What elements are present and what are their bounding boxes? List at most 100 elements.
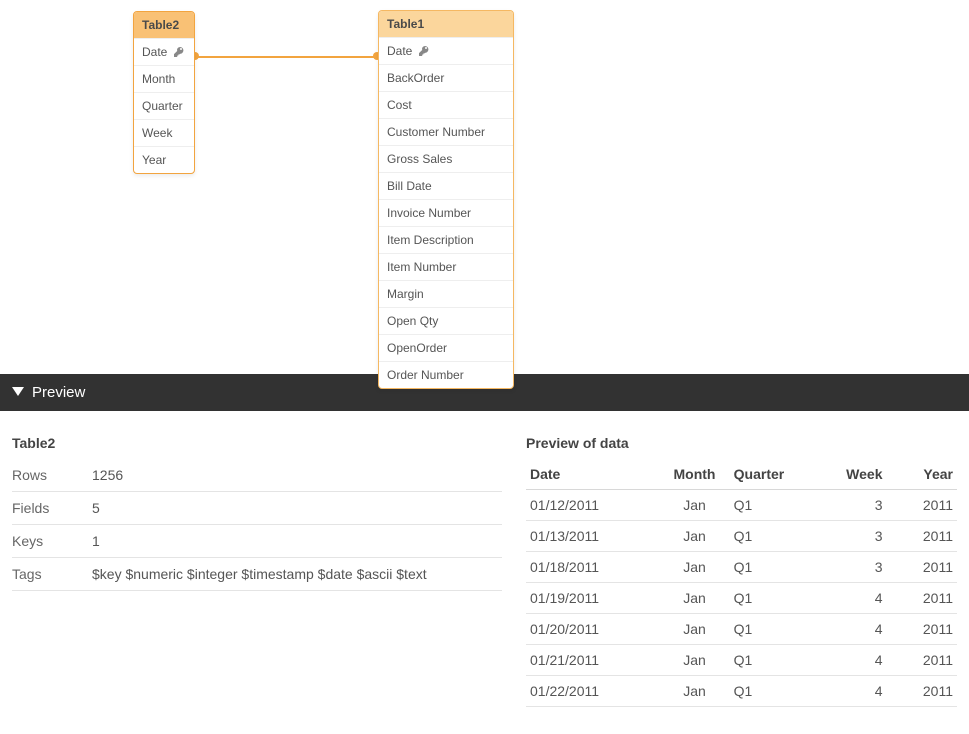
table-row[interactable]: 01/22/2011JanQ142011 [526, 676, 957, 707]
field-row[interactable]: Date [379, 37, 513, 64]
meta-row-keys: Keys 1 [12, 525, 502, 558]
field-label: Customer Number [387, 125, 485, 139]
field-row[interactable]: OpenOrder [379, 334, 513, 361]
field-row[interactable]: Week [134, 119, 194, 146]
cell-year: 2011 [882, 559, 953, 575]
meta-row-rows: Rows 1256 [12, 459, 502, 492]
cell-date: 01/12/2011 [530, 497, 655, 513]
cell-date: 01/22/2011 [530, 683, 655, 699]
table-header[interactable]: Table2 [134, 12, 194, 38]
table-box-table1[interactable]: Table1 Date BackOrder Cost Customer Number G… [378, 10, 514, 389]
field-row[interactable]: Item Number [379, 253, 513, 280]
cell-week: 4 [812, 590, 883, 606]
cell-date: 01/19/2011 [530, 590, 655, 606]
preview-panel-title: Preview [32, 384, 85, 401]
cell-month: Jan [655, 559, 733, 575]
cell-quarter: Q1 [734, 590, 812, 606]
field-row[interactable]: Bill Date [379, 172, 513, 199]
col-header-year[interactable]: Year [882, 466, 953, 482]
field-row[interactable]: Item Description [379, 226, 513, 253]
col-header-date[interactable]: Date [530, 466, 655, 482]
cell-quarter: Q1 [734, 528, 812, 544]
meta-label: Rows [12, 467, 92, 483]
field-label: Date [387, 44, 412, 58]
col-header-quarter[interactable]: Quarter [734, 466, 812, 482]
cell-quarter: Q1 [734, 621, 812, 637]
field-row[interactable]: Cost [379, 91, 513, 118]
meta-row-fields: Fields 5 [12, 492, 502, 525]
cell-month: Jan [655, 497, 733, 513]
cell-month: Jan [655, 683, 733, 699]
cell-date: 01/21/2011 [530, 652, 655, 668]
field-row[interactable]: Open Qty [379, 307, 513, 334]
meta-value: 5 [92, 500, 502, 516]
meta-value: 1 [92, 533, 502, 549]
key-icon [173, 46, 185, 58]
cell-date: 01/13/2011 [530, 528, 655, 544]
cell-week: 4 [812, 621, 883, 637]
col-header-month[interactable]: Month [655, 466, 733, 482]
cell-month: Jan [655, 590, 733, 606]
cell-quarter: Q1 [734, 559, 812, 575]
table-row[interactable]: 01/12/2011JanQ132011 [526, 490, 957, 521]
cell-week: 4 [812, 652, 883, 668]
table-metadata: Table2 Rows 1256 Fields 5 Keys 1 Tags $k… [12, 435, 502, 707]
cell-year: 2011 [882, 621, 953, 637]
cell-year: 2011 [882, 497, 953, 513]
table-row[interactable]: 01/19/2011JanQ142011 [526, 583, 957, 614]
col-header-week[interactable]: Week [812, 466, 883, 482]
field-row[interactable]: Month [134, 65, 194, 92]
table-row[interactable]: 01/18/2011JanQ132011 [526, 552, 957, 583]
field-label: BackOrder [387, 71, 444, 85]
field-row[interactable]: Customer Number [379, 118, 513, 145]
cell-quarter: Q1 [734, 497, 812, 513]
field-label: Item Number [387, 260, 456, 274]
meta-label: Fields [12, 500, 92, 516]
field-label: Month [142, 72, 175, 86]
field-row[interactable]: BackOrder [379, 64, 513, 91]
meta-row-tags: Tags $key $numeric $integer $timestamp $… [12, 558, 502, 591]
field-label: Order Number [387, 368, 464, 382]
field-label: Open Qty [387, 314, 438, 328]
field-label: Cost [387, 98, 412, 112]
field-row[interactable]: Invoice Number [379, 199, 513, 226]
field-label: Year [142, 153, 166, 167]
table-row[interactable]: 01/21/2011JanQ142011 [526, 645, 957, 676]
metadata-title: Table2 [12, 435, 502, 451]
field-row[interactable]: Gross Sales [379, 145, 513, 172]
collapse-toggle-icon[interactable] [12, 384, 24, 401]
meta-label: Keys [12, 533, 92, 549]
relation-line[interactable] [195, 56, 377, 58]
cell-week: 3 [812, 528, 883, 544]
cell-year: 2011 [882, 590, 953, 606]
field-row[interactable]: Quarter [134, 92, 194, 119]
cell-week: 3 [812, 497, 883, 513]
key-icon [418, 45, 430, 57]
cell-quarter: Q1 [734, 683, 812, 699]
cell-week: 3 [812, 559, 883, 575]
meta-label: Tags [12, 566, 92, 582]
cell-year: 2011 [882, 528, 953, 544]
table-box-table2[interactable]: Table2 Date Month Quarter Week Year [133, 11, 195, 174]
field-label: Quarter [142, 99, 183, 113]
table-header[interactable]: Table1 [379, 11, 513, 37]
field-label: Date [142, 45, 167, 59]
model-canvas[interactable]: Table2 Date Month Quarter Week Year Table1 D… [0, 0, 969, 374]
cell-date: 01/20/2011 [530, 621, 655, 637]
field-label: Invoice Number [387, 206, 471, 220]
data-preview-title: Preview of data [526, 435, 957, 451]
cell-week: 4 [812, 683, 883, 699]
field-label: Bill Date [387, 179, 432, 193]
field-label: Week [142, 126, 172, 140]
table-row[interactable]: 01/13/2011JanQ132011 [526, 521, 957, 552]
table-row[interactable]: 01/20/2011JanQ142011 [526, 614, 957, 645]
field-label: Margin [387, 287, 424, 301]
field-row[interactable]: Order Number [379, 361, 513, 388]
cell-date: 01/18/2011 [530, 559, 655, 575]
cell-quarter: Q1 [734, 652, 812, 668]
cell-month: Jan [655, 652, 733, 668]
data-preview-header-row: Date Month Quarter Week Year [526, 459, 957, 490]
field-row[interactable]: Margin [379, 280, 513, 307]
field-row[interactable]: Year [134, 146, 194, 173]
field-row[interactable]: Date [134, 38, 194, 65]
